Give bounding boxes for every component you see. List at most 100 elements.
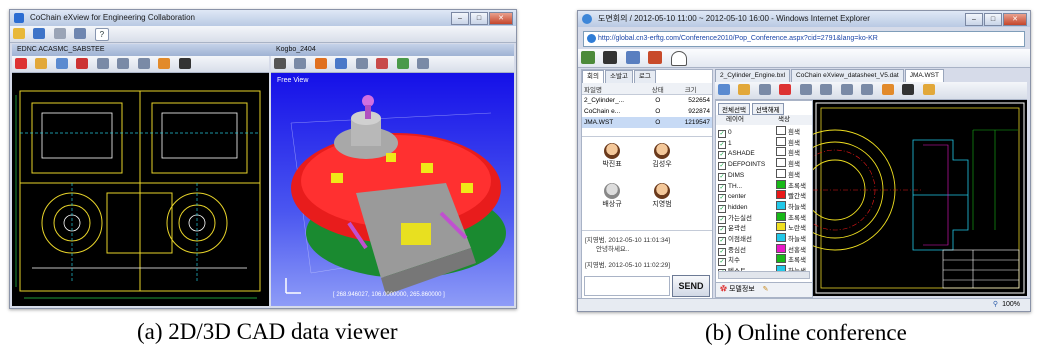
close-button[interactable]: ✕: [489, 12, 513, 25]
model-info-tab[interactable]: 모델정보: [729, 286, 755, 293]
tab-meeting[interactable]: 회의: [582, 70, 604, 83]
cad-drawing-sheet: [774, 102, 1025, 294]
avatar: [604, 183, 620, 199]
col-size[interactable]: 크기: [669, 83, 712, 95]
table-row[interactable]: 2_Cylinder_... O 522654: [582, 95, 712, 107]
layer-color-swatch[interactable]: [776, 179, 786, 189]
layer-color-swatch[interactable]: [776, 233, 786, 242]
camera-icon[interactable]: [178, 58, 191, 69]
chat-input[interactable]: [584, 276, 670, 296]
print-icon[interactable]: [53, 28, 66, 39]
pane-3d-header: Kogbo_2404: [271, 44, 514, 56]
conference-drawing-canvas[interactable]: [774, 100, 1027, 296]
help-icon[interactable]: ?: [94, 28, 109, 41]
panel-scrollbar[interactable]: [718, 271, 810, 279]
markup-check-icon[interactable]: [779, 84, 792, 95]
line-draw-icon[interactable]: [820, 84, 833, 95]
ie-titlebar: 도면회의 / 2012-05-10 11:00 ~ 2012-05-10 16:…: [578, 11, 1030, 27]
table-row[interactable]: JMA.WST O 1219547: [582, 117, 712, 128]
exit-icon[interactable]: [648, 51, 663, 64]
headset-icon[interactable]: [670, 51, 687, 66]
line-icon[interactable]: [96, 58, 109, 69]
text-icon[interactable]: [137, 58, 150, 69]
zoom-level[interactable]: 100%: [1002, 299, 1020, 311]
markup-icon[interactable]: [76, 58, 89, 69]
doc-tab[interactable]: 2_Cylinder_Engine.bxl: [715, 69, 791, 82]
text-insert-icon[interactable]: [861, 84, 874, 95]
board-icon[interactable]: [581, 51, 595, 64]
chat-text: 안녕하세요..: [596, 246, 630, 253]
ie-close-button[interactable]: ✕: [1003, 13, 1027, 26]
layer-color-swatch[interactable]: [776, 168, 786, 178]
col-filename[interactable]: 파일명: [582, 83, 647, 95]
table-row[interactable]: CoChain e... O 922874: [582, 106, 712, 117]
layer-color-swatch[interactable]: [776, 190, 786, 200]
layer-color-swatch[interactable]: [776, 136, 786, 146]
axis-icon[interactable]: [376, 58, 389, 69]
address-bar[interactable]: http://global.cn3-erftg.com/Conference20…: [583, 31, 1025, 47]
stamp-icon[interactable]: [881, 84, 894, 95]
deselect-button[interactable]: 선택해제: [751, 103, 784, 115]
bottom-tab-bar: ✿ 모델정보 ✎: [716, 282, 812, 297]
snapshot-icon[interactable]: [902, 84, 915, 95]
ie-maximize-button[interactable]: □: [984, 13, 1002, 26]
layer-color-swatch[interactable]: [776, 211, 786, 221]
send-button[interactable]: SEND: [672, 275, 710, 297]
cone-icon[interactable]: [314, 58, 327, 69]
layer-color-swatch[interactable]: [776, 126, 786, 135]
edit-icon[interactable]: ✎: [763, 286, 769, 293]
dimension-icon[interactable]: [840, 84, 853, 95]
users-icon[interactable]: [625, 51, 640, 64]
select-all-button[interactable]: 전체선택: [718, 103, 750, 115]
ie-minimize-button[interactable]: –: [965, 13, 983, 26]
cad-viewer-window: CoChain eXview for Engineering Collabora…: [9, 9, 517, 309]
layer-manager-icon[interactable]: [718, 84, 730, 95]
rect-icon[interactable]: [799, 84, 812, 95]
layer-color-name: 하늘색: [788, 236, 806, 243]
layer-color-name: 흰색: [788, 171, 800, 179]
viewport-3d[interactable]: Free View [268.946027, 106.0000000, 265…: [271, 73, 514, 306]
zoom-icon[interactable]: [55, 58, 68, 69]
zoom-icon[interactable]: ⚲: [993, 299, 998, 311]
doc-tab[interactable]: CoChain eXview_datasheet_V5.dat: [791, 69, 904, 82]
participant[interactable]: 김성우: [642, 143, 682, 169]
explode-icon[interactable]: [355, 58, 368, 69]
layer-color-swatch[interactable]: [776, 158, 786, 168]
participant[interactable]: 박진표: [592, 143, 632, 169]
col-status[interactable]: 상태: [646, 83, 670, 95]
layer-color-swatch[interactable]: [776, 147, 786, 157]
layer-color-swatch[interactable]: [776, 243, 786, 253]
measure-3d-icon[interactable]: [396, 58, 409, 69]
minimize-button[interactable]: –: [451, 12, 469, 25]
layer-color-name: 초록색: [788, 214, 806, 222]
drawing-2d-canvas[interactable]: [12, 73, 269, 306]
tab-log[interactable]: 로그: [633, 70, 656, 83]
save-icon[interactable]: [33, 28, 46, 39]
export-icon[interactable]: [922, 84, 935, 95]
zoom-fit-icon[interactable]: [738, 84, 751, 95]
window-controls: – □ ✕: [451, 12, 513, 25]
section-icon[interactable]: [294, 58, 307, 69]
layout-icon[interactable]: [74, 28, 87, 39]
doc-tab[interactable]: JMA.WST: [904, 69, 944, 82]
layer-color-name: 노란색: [788, 225, 806, 233]
open-folder-icon[interactable]: [13, 28, 25, 39]
pencil-icon[interactable]: [758, 84, 771, 95]
measure-icon[interactable]: [117, 58, 130, 69]
layer-icon[interactable]: [35, 58, 48, 69]
cad-main-toolbar: ?: [10, 26, 516, 43]
participant[interactable]: 배상규: [592, 183, 632, 209]
pan-icon[interactable]: [158, 58, 171, 69]
maximize-button[interactable]: □: [470, 12, 488, 25]
tab-messages[interactable]: 소발고: [604, 70, 633, 83]
layer-color-swatch[interactable]: [776, 200, 786, 210]
select-icon[interactable]: [15, 58, 27, 69]
pane-3d-toolbar: [271, 56, 514, 73]
settings-icon[interactable]: [417, 58, 430, 69]
shade-icon[interactable]: [274, 58, 286, 69]
layer-color-swatch[interactable]: [776, 254, 786, 264]
layer-color-swatch[interactable]: [776, 222, 786, 232]
camera-share-icon[interactable]: [603, 51, 618, 64]
rotate-icon[interactable]: [335, 58, 348, 69]
participant[interactable]: 지영범: [642, 183, 682, 209]
